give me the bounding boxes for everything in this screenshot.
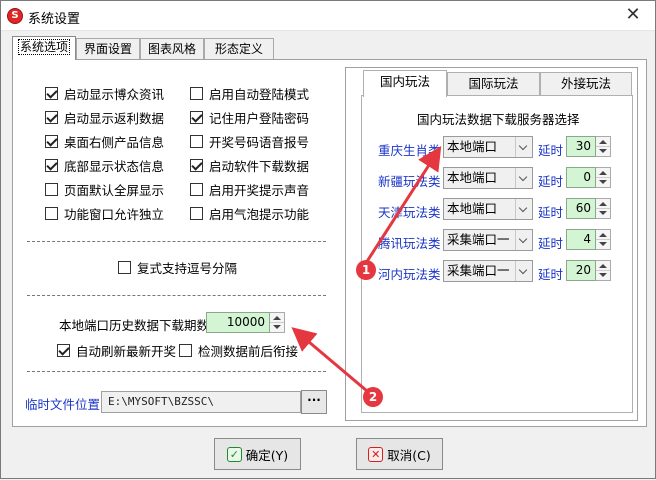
- callout-2: 2: [363, 387, 383, 407]
- callout-2-arrow: [291, 327, 368, 393]
- callout-1: 1: [356, 260, 376, 280]
- settings-window: S 系统设置 ✕ 系统选项 界面设置 图表风格 形态定义 启动显示博众资讯 启动…: [0, 0, 656, 479]
- annotation-arrows: [291, 145, 442, 393]
- callout-1-arrow: [364, 145, 442, 264]
